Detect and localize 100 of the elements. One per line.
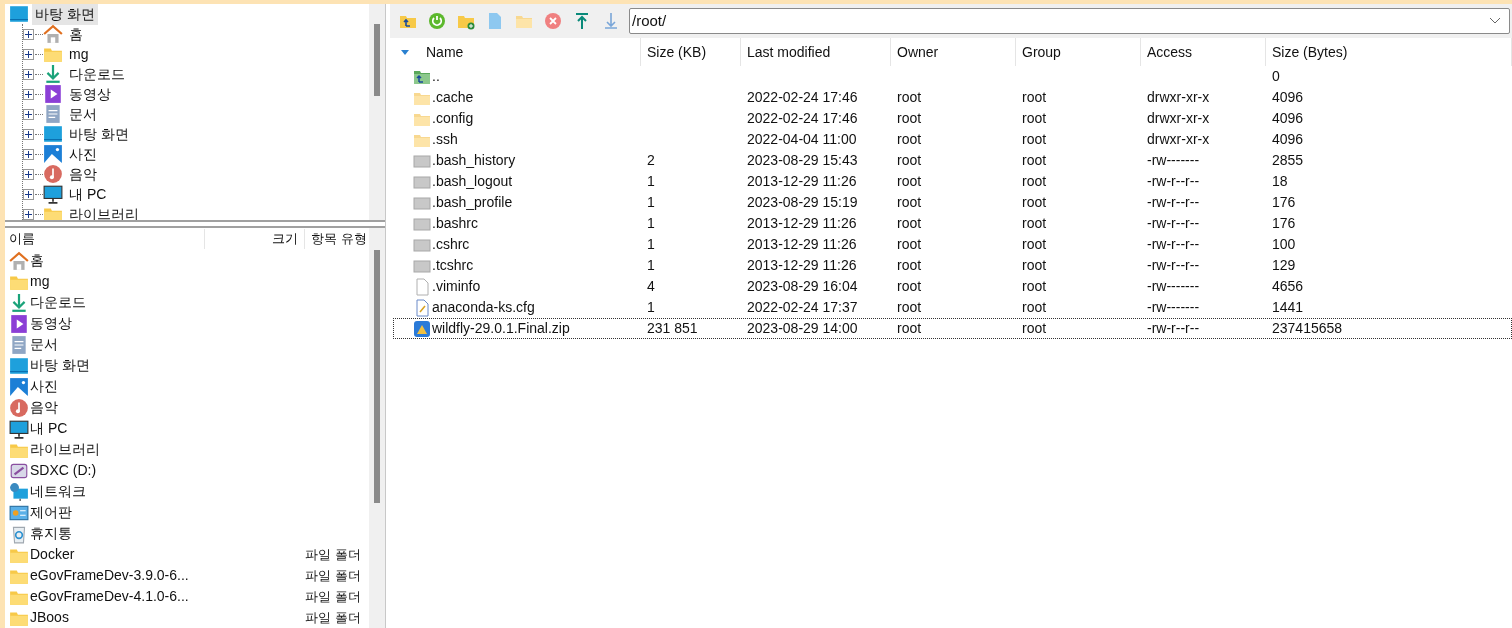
tree-item[interactable]: 문서: [66, 103, 100, 125]
tree-item[interactable]: 다운로드: [66, 63, 128, 85]
tree-item[interactable]: 바탕 화면: [66, 123, 132, 145]
file-name[interactable]: ..: [432, 66, 440, 87]
tree-item[interactable]: 내 PC: [66, 183, 110, 205]
file-name[interactable]: mg: [30, 271, 50, 292]
tree-item[interactable]: 홈: [66, 23, 86, 45]
column-header[interactable]: 크기: [205, 229, 305, 249]
table-cell: -rw-------: [1147, 278, 1200, 294]
file-name[interactable]: .tcshrc: [432, 255, 474, 276]
file-row[interactable]: .tcshrc 1 2013-12-29 11:26 root root -rw-r--r-- 129: [393, 255, 1512, 276]
column-header[interactable]: Size (KB): [641, 38, 741, 66]
file-row[interactable]: .bash_profile 1 2023-08-29 15:19 root root -rw-r--r-- 176: [393, 192, 1512, 213]
expand-toggle[interactable]: [23, 48, 34, 60]
file-name[interactable]: JBoos: [30, 607, 69, 628]
download-icon: [602, 12, 620, 30]
column-header[interactable]: Owner: [891, 38, 1016, 66]
file-name[interactable]: .bash_profile: [432, 192, 513, 213]
file-name[interactable]: 다운로드: [30, 292, 86, 313]
scrollbar[interactable]: [369, 228, 385, 628]
file-row[interactable]: wildfly-29.0.1.Final.zip 231 851 2023-08-29 14:00 root root -rw-r--r-- 237415658: [393, 318, 1512, 339]
table-cell: root: [897, 215, 922, 231]
music-note-icon: [43, 164, 63, 184]
file-row[interactable]: .bashrc 1 2013-12-29 11:26 root root -rw-r--r-- 176: [393, 213, 1512, 234]
scrollbar[interactable]: [369, 4, 385, 220]
tree-item[interactable]: 라이브러리: [66, 203, 142, 220]
file-name[interactable]: 바탕 화면: [30, 355, 90, 376]
file-row[interactable]: .ssh 2022-04-04 11:00 root root drwxr-xr-x 4096: [393, 129, 1512, 150]
file-name[interactable]: 라이브러리: [30, 439, 100, 460]
file-name[interactable]: eGovFrameDev-4.1.0-6...: [30, 586, 189, 607]
expand-toggle[interactable]: [23, 88, 34, 100]
tree-item[interactable]: mg: [66, 43, 92, 65]
column-header[interactable]: 이름: [5, 229, 205, 249]
file-name[interactable]: 홈: [30, 250, 44, 271]
file-name[interactable]: 동영상: [30, 313, 72, 334]
tree-item[interactable]: 사진: [66, 143, 100, 165]
file-name[interactable]: .cache: [432, 87, 474, 108]
file-name[interactable]: anaconda-ks.cfg: [432, 297, 535, 318]
table-cell: -rw-r--r--: [1147, 257, 1200, 273]
file-row[interactable]: .config 2022-02-24 17:46 root root drwxr-xr-x 4096: [393, 108, 1512, 129]
column-header[interactable]: Access: [1141, 38, 1266, 66]
file-name[interactable]: 사진: [30, 376, 58, 397]
table-cell: 2022-02-24 17:46: [747, 110, 858, 126]
file-name[interactable]: eGovFrameDev-3.9.0-6...: [30, 565, 189, 586]
expand-toggle[interactable]: [23, 148, 34, 160]
file-row[interactable]: .cache 2022-02-24 17:46 root root drwxr-xr-x 4096: [393, 87, 1512, 108]
file-name[interactable]: 문서: [30, 334, 58, 355]
table-cell: 1441: [1272, 299, 1304, 315]
column-header[interactable]: Size (Bytes): [1266, 38, 1512, 66]
picture-icon: [9, 376, 29, 397]
tree-item[interactable]: 동영상: [66, 83, 114, 105]
file-name[interactable]: .bash_logout: [432, 171, 513, 192]
tree-item[interactable]: 음악: [66, 163, 100, 185]
file-row[interactable]: .cshrc 1 2013-12-29 11:26 root root -rw-r--r-- 100: [393, 234, 1512, 255]
file-name[interactable]: 네트워크: [30, 481, 86, 502]
column-header[interactable]: 항목 유형: [305, 229, 369, 249]
file-name[interactable]: 내 PC: [30, 418, 68, 439]
expand-toggle[interactable]: [23, 128, 34, 140]
path-field[interactable]: /root/: [629, 8, 1510, 34]
house-icon: [9, 250, 29, 271]
table-cell: 129: [1272, 257, 1296, 273]
file-row[interactable]: .bash_history 2 2023-08-29 15:43 root root -rw------- 2855: [393, 150, 1512, 171]
file-row[interactable]: .bash_logout 1 2013-12-29 11:26 root root -rw-r--r-- 18: [393, 171, 1512, 192]
table-cell: -rw-------: [1147, 299, 1200, 315]
file-name[interactable]: .bashrc: [432, 213, 478, 234]
file-name[interactable]: wildfly-29.0.1.Final.zip: [432, 318, 570, 339]
monitor-screen-icon: [9, 4, 29, 24]
table-cell: 1: [647, 257, 655, 273]
file-name[interactable]: .bash_history: [432, 150, 516, 171]
file-row[interactable]: .viminfo 4 2023-08-29 16:04 root root -rw------- 4656: [393, 276, 1512, 297]
file-name[interactable]: 휴지통: [30, 523, 72, 544]
file-row[interactable]: anaconda-ks.cfg 1 2022-02-24 17:37 root root -rw------- 1441: [393, 297, 1512, 318]
file-name[interactable]: .ssh: [432, 129, 458, 150]
file-row[interactable]: .. 0: [393, 66, 1512, 87]
film-icon: [43, 84, 63, 104]
expand-toggle[interactable]: [23, 68, 34, 80]
table-cell: -rw-r--r--: [1147, 194, 1200, 210]
file-name[interactable]: 음악: [30, 397, 58, 418]
expand-toggle[interactable]: [23, 188, 34, 200]
file-name[interactable]: 제어판: [30, 502, 72, 523]
file-name[interactable]: .cshrc: [432, 234, 470, 255]
table-cell: 2023-08-29 16:04: [747, 278, 858, 294]
table-cell: root: [897, 173, 922, 189]
expand-toggle[interactable]: [23, 108, 34, 120]
document-icon: [413, 277, 431, 296]
file-name[interactable]: .config: [432, 108, 474, 129]
column-header[interactable]: Group: [1016, 38, 1141, 66]
file-name[interactable]: SDXC (D:): [30, 460, 97, 481]
expand-toggle[interactable]: [23, 208, 34, 220]
table-cell: root: [1022, 215, 1047, 231]
table-cell: root: [897, 257, 922, 273]
column-header[interactable]: Last modified: [741, 38, 891, 66]
tree-item[interactable]: 바탕 화면: [32, 4, 98, 25]
expand-toggle[interactable]: [23, 28, 34, 40]
toolbar-button[interactable]: [543, 11, 563, 31]
expand-toggle[interactable]: [23, 168, 34, 180]
column-header[interactable]: Name: [420, 38, 641, 66]
file-name[interactable]: Docker: [30, 544, 75, 565]
file-name[interactable]: .viminfo: [432, 276, 481, 297]
table-cell: root: [1022, 89, 1047, 105]
